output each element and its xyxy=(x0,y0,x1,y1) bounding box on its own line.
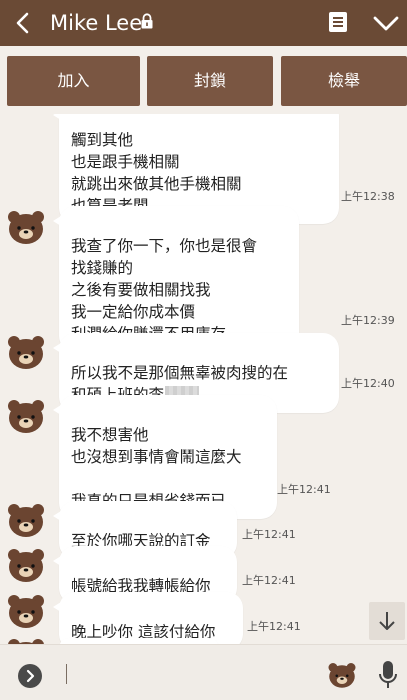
bear-avatar-icon[interactable] xyxy=(6,333,46,371)
message-time: 上午12:41 xyxy=(242,528,296,541)
note-icon[interactable] xyxy=(327,10,349,34)
bear-avatar-icon[interactable] xyxy=(6,546,46,584)
message-time: 上午12:41 xyxy=(242,574,296,587)
message-time: 上午12:39 xyxy=(341,314,395,327)
chat-title: Mike Lee xyxy=(50,11,143,35)
bear-avatar-icon[interactable] xyxy=(6,397,46,435)
report-button[interactable]: 檢舉 xyxy=(281,56,407,106)
bear-avatar-icon[interactable] xyxy=(6,636,46,644)
back-chevron-icon[interactable] xyxy=(10,10,36,36)
expand-arrow-icon[interactable] xyxy=(17,663,43,689)
message-time: 上午12:40 xyxy=(341,377,395,390)
chevron-down-icon[interactable] xyxy=(372,12,400,34)
add-friend-button[interactable]: 加入 xyxy=(7,56,140,106)
message-time: 上午12:41 xyxy=(247,620,301,633)
bear-avatar-icon[interactable] xyxy=(6,501,46,539)
message-bubble[interactable]: 晚上吵你 這該付給你 xyxy=(53,592,243,644)
lock-icon xyxy=(141,13,153,29)
message-bubble[interactable]: 我查了你一下，你也是很會 找錢賺的 之後有要做相關找我 我一定給你成本價 利潤給… xyxy=(53,206,299,352)
message-time: 上午12:38 xyxy=(341,190,395,203)
message-composer xyxy=(0,644,407,700)
block-button[interactable]: 封鎖 xyxy=(147,56,273,106)
bear-avatar-icon[interactable] xyxy=(6,208,46,246)
message-text: 觸到其他 也是跟手機相關 就跳出來做其他手機相關 也算是老闆 xyxy=(71,131,242,215)
message-text: 我查了你一下，你也是很會 找錢賺的 之後有要做相關找我 我一定給你成本價 利潤給… xyxy=(71,237,258,343)
chat-area: 觸到其他 也是跟手機相關 就跳出來做其他手機相關 也算是老闆 上午12:38 我… xyxy=(0,114,407,644)
scroll-down-arrow-icon[interactable] xyxy=(369,602,405,640)
sticker-icon[interactable] xyxy=(327,660,357,690)
message-text: 我不想害他 也沒想到事情會鬧這麼大 我真的只是想省錢而已 xyxy=(71,426,242,510)
bear-avatar-icon[interactable] xyxy=(6,592,46,630)
chat-header: Mike Lee xyxy=(0,0,407,46)
message-input[interactable] xyxy=(60,655,318,693)
message-time: 上午12:41 xyxy=(277,483,331,496)
text-cursor xyxy=(66,664,67,684)
microphone-icon[interactable] xyxy=(378,660,398,690)
action-bar: 加入 封鎖 檢舉 xyxy=(0,46,407,114)
